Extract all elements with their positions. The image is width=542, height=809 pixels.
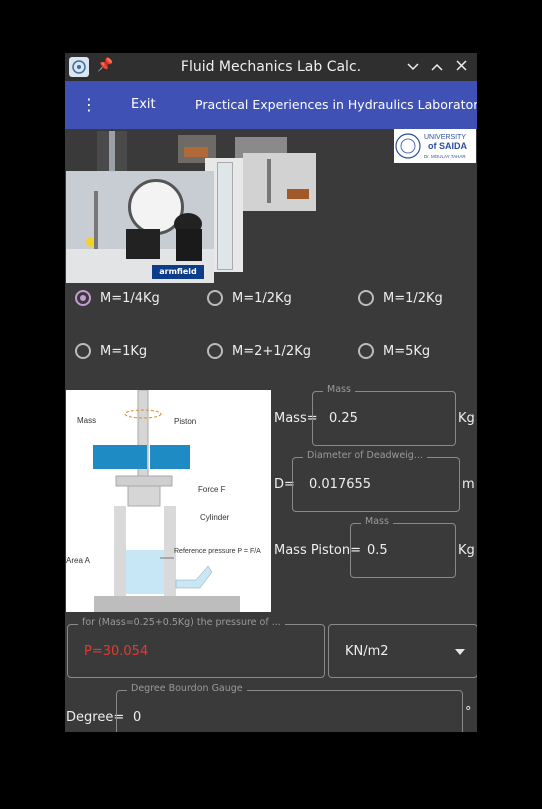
diameter-input-value: 0.017655 bbox=[309, 477, 372, 492]
pressure-result-legend: for (Mass=0.25+0.5Kg) the pressure of ..… bbox=[78, 617, 285, 628]
mass-input[interactable]: Mass 0.25 bbox=[312, 384, 456, 446]
deadweight-tester-photo: armfield bbox=[66, 171, 214, 283]
diameter-input-legend: Diameter of Deadweig... bbox=[303, 450, 427, 461]
mass-piston-input-legend: Mass bbox=[361, 516, 393, 527]
mass-options-row-1: M=1/4Kg M=1/2Kg M=1/2Kg bbox=[65, 290, 477, 316]
radio-label: M=1/2Kg bbox=[383, 290, 443, 306]
degree-unit: ° bbox=[465, 705, 472, 720]
app-title: Practical Experiences in Hydraulics Labo… bbox=[195, 97, 477, 112]
app-window: 📌 Fluid Mechanics Lab Calc. ⋮ Exit Pract… bbox=[65, 53, 477, 732]
logo-line2: of SAIDA bbox=[428, 141, 467, 151]
radio-label: M=1/4Kg bbox=[100, 290, 160, 306]
mass-input-legend: Mass bbox=[323, 384, 355, 395]
radio-mass-1-4kg[interactable]: M=1/4Kg bbox=[75, 290, 160, 306]
mass-options-row-2: M=1Kg M=2+1/2Kg M=5Kg bbox=[65, 343, 477, 369]
radio-indicator bbox=[207, 343, 223, 359]
mass-piston-unit: Kg bbox=[458, 543, 475, 558]
radio-indicator bbox=[358, 343, 374, 359]
radio-indicator bbox=[75, 343, 91, 359]
maximize-chevron-up-icon[interactable] bbox=[427, 56, 447, 78]
pressure-unit-select-value: KN/m2 bbox=[345, 644, 389, 659]
radio-selected-indicator bbox=[75, 290, 91, 306]
mass-input-value: 0.25 bbox=[329, 411, 358, 426]
exit-button[interactable]: Exit bbox=[131, 97, 156, 112]
radio-mass-2-1-2kg[interactable]: M=2+1/2Kg bbox=[207, 343, 311, 359]
radio-label: M=1Kg bbox=[100, 343, 148, 359]
pressure-result-value: P=30.054 bbox=[84, 644, 149, 659]
mass-unit: Kg bbox=[458, 411, 475, 426]
radio-mass-1-2kg-b[interactable]: M=1/2Kg bbox=[358, 290, 443, 306]
armfield-brand-label: armfield bbox=[152, 265, 204, 279]
radio-label: M=2+1/2Kg bbox=[232, 343, 311, 359]
diagram-label-area: Area A bbox=[66, 556, 91, 565]
dropdown-arrow-icon bbox=[455, 649, 465, 655]
photo-thumb-1 bbox=[97, 131, 127, 171]
photo-thumb-4 bbox=[243, 153, 316, 211]
radio-indicator bbox=[358, 290, 374, 306]
app-bar: ⋮ Exit Practical Experiences in Hydrauli… bbox=[65, 81, 477, 129]
mass-piston-input-value: 0.5 bbox=[367, 543, 388, 558]
diagram-label-force: Force F bbox=[198, 485, 226, 494]
mass-piston-input[interactable]: Mass 0.5 bbox=[350, 516, 456, 578]
degree-input-value: 0 bbox=[133, 710, 142, 725]
minimize-chevron-down-icon[interactable] bbox=[403, 56, 423, 78]
diagram-label-ref-pressure: Reference pressure P = F/A bbox=[174, 548, 261, 555]
deadweight-diagram: Mass Piston Force F Cylinder Area A Refe… bbox=[66, 389, 271, 612]
radio-mass-1-2kg-a[interactable]: M=1/2Kg bbox=[207, 290, 292, 306]
radio-label: M=1/2Kg bbox=[232, 290, 292, 306]
diagram-label-piston: Piston bbox=[174, 417, 196, 426]
logo-line1: UNIVERSITY bbox=[424, 134, 466, 141]
title-bar: 📌 Fluid Mechanics Lab Calc. bbox=[65, 53, 477, 81]
radio-label: M=5Kg bbox=[383, 343, 431, 359]
degree-input[interactable]: Degree Bourdon Gauge 0 bbox=[116, 683, 463, 732]
university-logo: UNIVERSITY of SAIDA Dr. MOULAY TAHAR bbox=[394, 129, 476, 163]
pressure-unit-select[interactable]: KN/m2 bbox=[328, 624, 477, 678]
diagram-label-mass: Mass bbox=[77, 416, 96, 425]
diameter-input[interactable]: Diameter of Deadweig... 0.017655 bbox=[292, 450, 460, 512]
radio-mass-5kg[interactable]: M=5Kg bbox=[358, 343, 430, 359]
diameter-unit: m bbox=[462, 477, 475, 492]
pressure-result-field[interactable]: for (Mass=0.25+0.5Kg) the pressure of ..… bbox=[67, 617, 325, 678]
close-icon[interactable] bbox=[451, 56, 471, 78]
menu-kebab-icon[interactable]: ⋮ bbox=[81, 95, 97, 114]
radio-indicator bbox=[207, 290, 223, 306]
mass-piston-field-label: Mass Piston= bbox=[274, 543, 361, 558]
radio-mass-1kg[interactable]: M=1Kg bbox=[75, 343, 147, 359]
logo-line3: Dr. MOULAY TAHAR bbox=[424, 154, 466, 159]
degree-input-legend: Degree Bourdon Gauge bbox=[127, 683, 247, 694]
diagram-label-cylinder: Cylinder bbox=[200, 513, 230, 522]
